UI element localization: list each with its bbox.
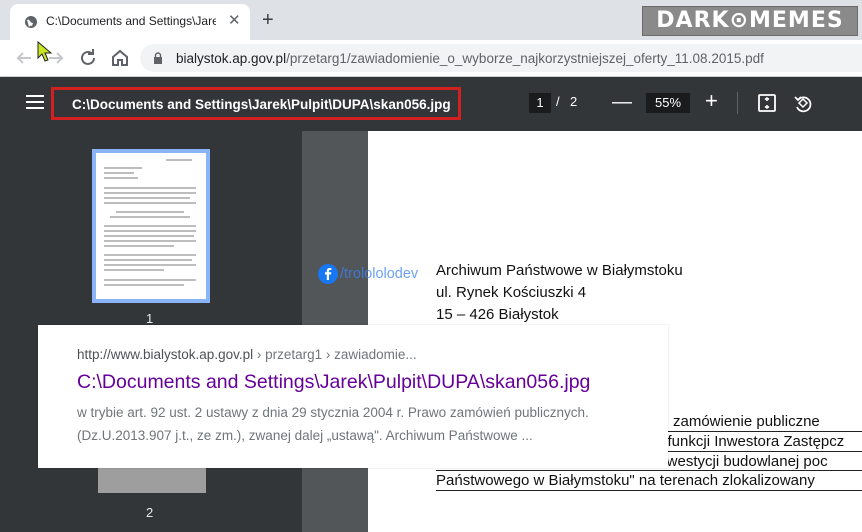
url-host: bialystok.ap.gov.pl: [176, 51, 287, 66]
page-thumbnail-1[interactable]: [92, 149, 210, 303]
result-url-host: http://www.bialystok.ap.gov.pl: [77, 347, 254, 362]
pdf-toolbar: C:\Documents and Settings\Jarek\Pulpit\D…: [0, 77, 862, 131]
thumb-text-line: [104, 264, 196, 266]
zoom-level-input[interactable]: 55%: [646, 93, 690, 113]
facebook-icon: [318, 264, 338, 284]
page-total: 2: [570, 94, 578, 109]
toolbar-divider: [737, 92, 738, 114]
page-number-input[interactable]: 1: [529, 93, 551, 113]
address-bar[interactable]: bialystok.ap.gov.pl/przetarg1/zawiadomie…: [140, 44, 862, 72]
thumb-text-line: [116, 211, 184, 213]
thumb-text-line: [104, 225, 196, 227]
thumbnail-label-2: 2: [146, 505, 154, 520]
thumbnail-label-1: 1: [146, 311, 154, 326]
thumb-text-line: [104, 284, 184, 286]
new-tab-button[interactable]: +: [262, 9, 274, 31]
thumb-text-line: [166, 159, 192, 161]
thumb-text-line: [104, 177, 138, 179]
result-description: w trybie art. 92 ust. 2 ustawy z dnia 29…: [77, 401, 667, 447]
thumb-text-line: [104, 235, 194, 237]
browser-toolbar: bialystok.ap.gov.pl/przetarg1/zawiadomie…: [0, 40, 862, 77]
zoom-out-button[interactable]: —: [612, 90, 632, 114]
body-line: zamówienie publiczne: [673, 413, 820, 430]
title-highlight-box: C:\Documents and Settings\Jarek\Pulpit\D…: [51, 87, 461, 120]
thumb-text-line: [110, 216, 190, 218]
page-separator: /: [556, 94, 560, 109]
result-description-line: (Dz.U.2013.907 j.t., ze zm.), zwanej dal…: [77, 428, 533, 443]
reload-icon[interactable]: [76, 46, 100, 70]
address-line: ul. Rynek Kościuszki 4: [436, 284, 587, 301]
arrow-left-icon[interactable]: [12, 46, 36, 70]
menu-icon[interactable]: [26, 95, 44, 109]
thumb-text-line: [104, 254, 196, 256]
globe-icon: [25, 16, 37, 28]
thumb-text-line: [104, 279, 196, 281]
thumb-text-line: [104, 230, 196, 232]
result-title-link[interactable]: C:\Documents and Settings\Jarek\Pulpit\D…: [77, 371, 590, 394]
address-line: 15 – 426 Białystok: [436, 306, 559, 323]
social-handle: /trolololodev: [340, 266, 419, 282]
thumb-text-line: [104, 172, 134, 174]
result-description-line: w trybie art. 92 ust. 2 ustawy z dnia 29…: [77, 405, 589, 420]
thumb-text-line: [104, 197, 190, 199]
rotate-icon[interactable]: [792, 92, 814, 114]
search-result-card: http://www.bialystok.ap.gov.pl › przetar…: [38, 325, 668, 468]
lock-icon[interactable]: [152, 52, 164, 64]
tab-title: C:\Documents and Settings\Jarek\Pulpit\D…: [46, 14, 216, 28]
result-url[interactable]: http://www.bialystok.ap.gov.pl › przetar…: [77, 347, 417, 362]
thumb-text-line: [104, 167, 142, 169]
thumb-text-line: [104, 240, 196, 242]
body-line: inwestycji budowlanej poc: [655, 453, 828, 470]
watermark-logo: DARK⊙MEMES: [642, 6, 858, 36]
fit-to-page-icon[interactable]: [757, 93, 777, 113]
body-line: Państwowego w Białymstoku" na terenach z…: [436, 472, 815, 489]
browser-tab[interactable]: C:\Documents and Settings\Jarek\Pulpit\D…: [10, 4, 250, 40]
thumb-text-line: [104, 187, 196, 189]
thumb-text-line: [104, 192, 196, 194]
thumb-text-line: [104, 269, 164, 271]
mouse-cursor-icon: [37, 40, 53, 62]
text-underline: [436, 490, 862, 491]
pdf-title: C:\Documents and Settings\Jarek\Pulpit\D…: [72, 97, 451, 112]
address-line: Archiwum Państwowe w Białymstoku: [436, 262, 683, 279]
url-text[interactable]: bialystok.ap.gov.pl/przetarg1/zawiadomie…: [176, 51, 764, 66]
url-path: /przetarg1/zawiadomienie_o_wyborze_najko…: [286, 51, 764, 66]
home-icon[interactable]: [108, 46, 132, 70]
zoom-in-button[interactable]: +: [705, 89, 718, 113]
text-underline: [436, 470, 862, 471]
thumb-text-line: [104, 202, 196, 204]
tab-strip: C:\Documents and Settings\Jarek\Pulpit\D…: [0, 0, 862, 40]
thumb-text-line: [104, 259, 192, 261]
thumb-text-line: [104, 245, 174, 247]
result-breadcrumb: › przetarg1 › zawiadomie...: [253, 347, 417, 362]
close-icon[interactable]: ✕: [228, 13, 241, 29]
body-line: e funkcji Inwestora Zastępcz: [655, 433, 845, 450]
